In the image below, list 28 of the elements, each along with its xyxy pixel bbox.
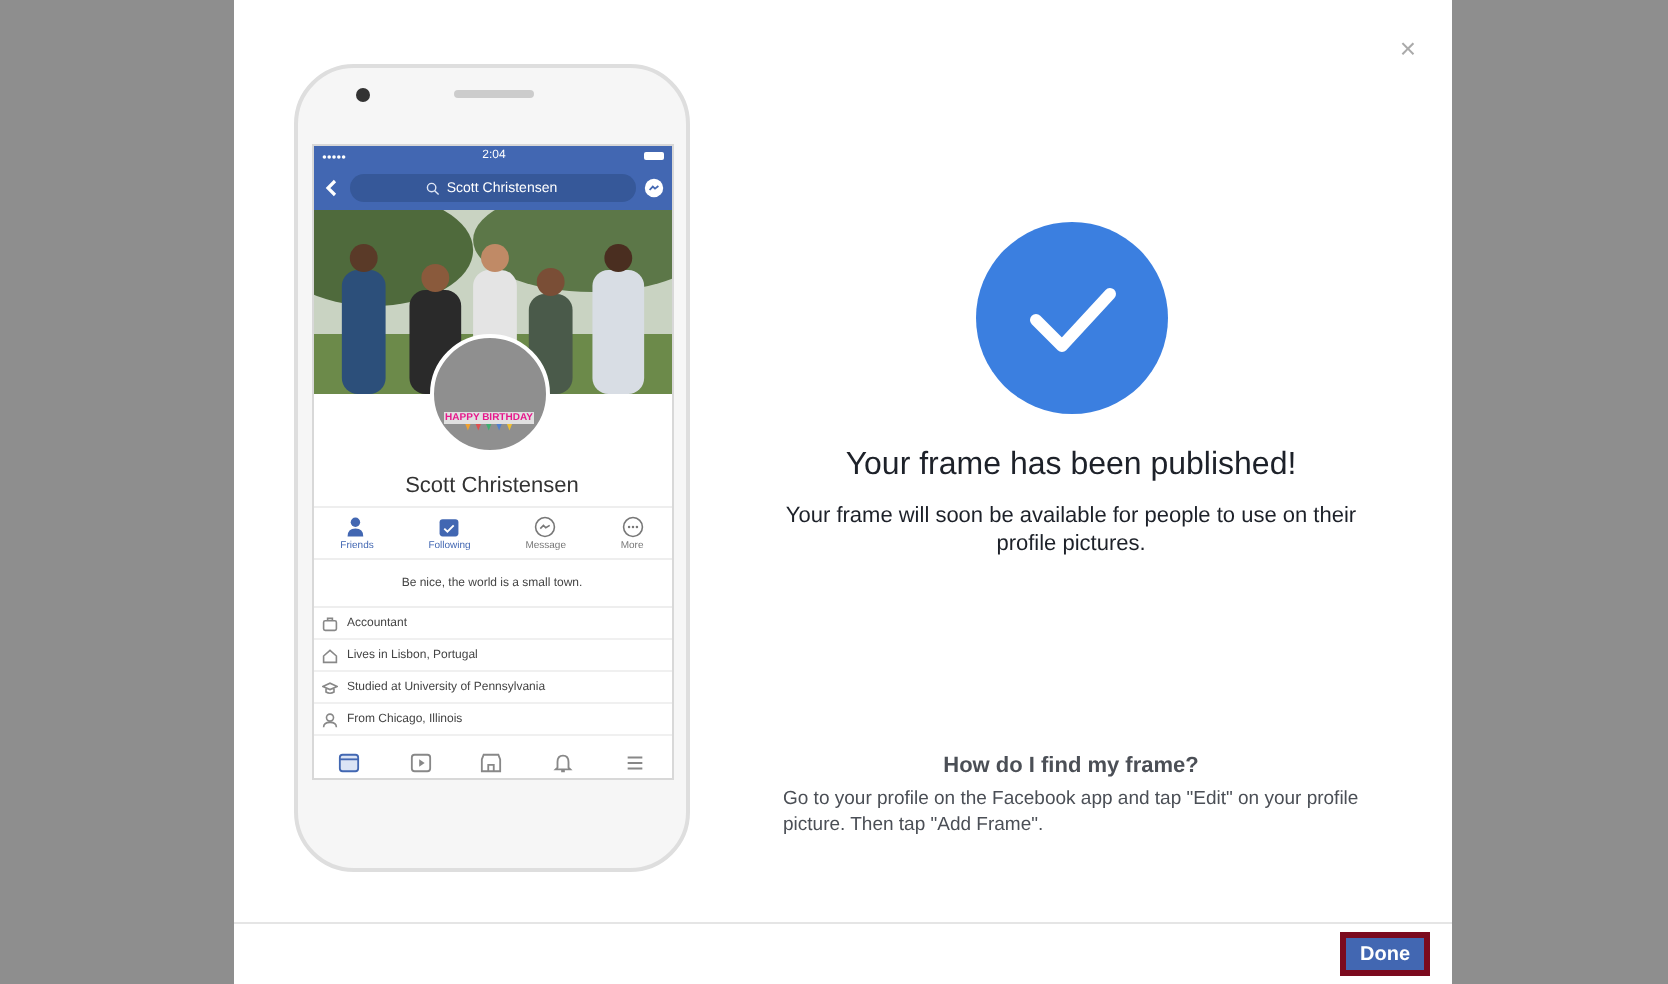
message-text: Your frame will soon be available for people to use on their profile pictures. bbox=[783, 502, 1359, 558]
person-icon bbox=[346, 516, 369, 538]
messenger-icon bbox=[534, 516, 557, 538]
news-feed-icon[interactable] bbox=[337, 751, 360, 773]
help-title: How do I find my frame? bbox=[943, 754, 1199, 778]
store-icon[interactable] bbox=[480, 751, 503, 773]
checkmark-icon bbox=[975, 222, 1167, 414]
graduation-cap-icon bbox=[321, 679, 337, 695]
signal-icon bbox=[321, 153, 345, 159]
search-icon bbox=[426, 181, 441, 195]
battery-icon bbox=[643, 152, 663, 160]
profile-name: Scott Christensen bbox=[403, 474, 581, 502]
bell-icon[interactable] bbox=[552, 751, 575, 773]
briefcase-icon bbox=[321, 615, 337, 631]
back-icon[interactable] bbox=[321, 178, 341, 198]
speaker-grille bbox=[454, 90, 534, 98]
camera-icon bbox=[356, 88, 370, 102]
more-icon bbox=[621, 516, 644, 538]
dialog-title: Your frame has been published! bbox=[845, 448, 1297, 484]
bunting-icon bbox=[463, 424, 515, 432]
messenger-icon[interactable] bbox=[643, 178, 663, 198]
video-icon[interactable] bbox=[409, 751, 432, 773]
person-icon bbox=[321, 711, 337, 727]
calendar-check-icon bbox=[438, 516, 461, 538]
house-icon bbox=[321, 647, 337, 663]
done-button[interactable]: Done bbox=[1340, 932, 1430, 976]
menu-icon[interactable] bbox=[624, 751, 647, 773]
help-text: Go to your profile on the Facebook app and tap "Edit" on your profile picture. Then tap "Add Frame". bbox=[783, 786, 1361, 838]
